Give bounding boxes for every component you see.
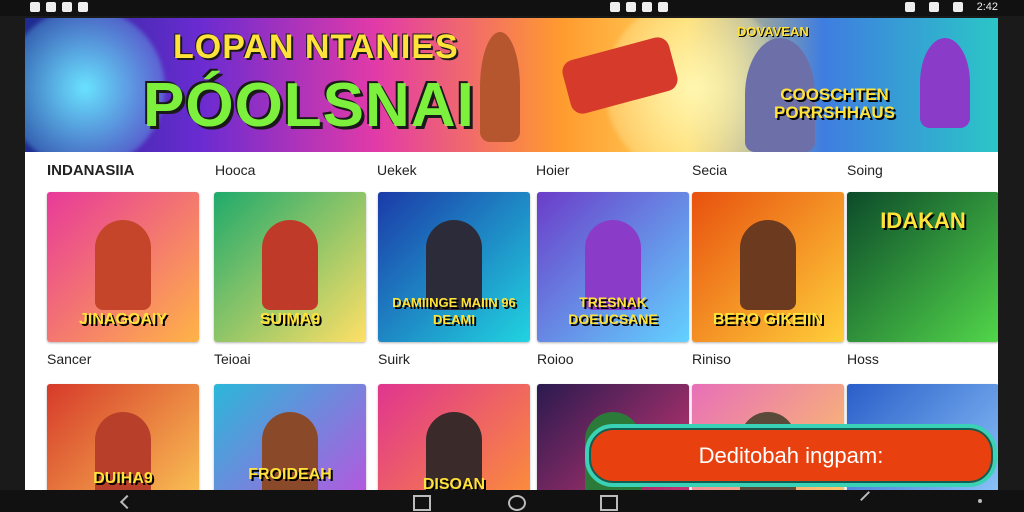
- game-card[interactable]: JINAGOAIY: [47, 192, 199, 342]
- game-card-caption: Roioo: [537, 351, 574, 367]
- game-card[interactable]: DAMIINGE MAIIN 96 DEAMI: [378, 192, 530, 342]
- game-card-title: DISOAN: [422, 476, 486, 490]
- banner-badge: DOVAVEAN: [737, 24, 809, 39]
- banner-title: LOPAN NTANIES: [173, 28, 459, 66]
- game-card-caption: Hoss: [847, 351, 879, 367]
- status-right: 2:42: [904, 1, 998, 13]
- game-character: [740, 220, 796, 310]
- game-card-title: SUIMA9: [259, 311, 321, 328]
- game-card-title: DAMIINGE MAIIN 96 DEAMI: [392, 295, 516, 327]
- game-card[interactable]: IDAKAN: [847, 192, 998, 342]
- tab-uekek[interactable]: Uekek: [377, 162, 417, 178]
- hero-banner[interactable]: LOPAN NTANIES PÓOLSNAI DOVAVEAN COOSCHTE…: [25, 18, 998, 152]
- navigation-bar: [0, 490, 1024, 512]
- apps-icon[interactable]: [600, 495, 618, 511]
- notification-icon: [62, 2, 72, 13]
- game-card[interactable]: TRESNAK DOEUCSANE: [537, 192, 689, 342]
- game-card-title: IDAKAN: [880, 208, 966, 233]
- game-card[interactable]: FROIDEAH: [214, 384, 366, 490]
- status-bar: 2:42: [0, 0, 1024, 16]
- game-character: [95, 220, 151, 310]
- game-card-caption: Riniso: [692, 351, 731, 367]
- character-figure: [920, 38, 970, 128]
- game-card-title: FROIDEAH: [248, 466, 332, 483]
- game-character: [262, 220, 318, 310]
- tab-secia[interactable]: Secia: [692, 162, 727, 178]
- notification-icon: [78, 2, 88, 13]
- game-card[interactable]: BERO GIKEIIN: [692, 192, 844, 342]
- cta-button[interactable]: Deditobah ingpam:: [585, 424, 997, 487]
- more-icon[interactable]: [978, 499, 982, 503]
- recent-apps-icon[interactable]: [413, 495, 431, 511]
- edit-icon[interactable]: [860, 491, 880, 511]
- status-time: 2:42: [976, 1, 998, 13]
- notification-icon: [610, 2, 620, 13]
- game-card-title: BERO GIKEIIN: [712, 311, 824, 328]
- battery-icon: [952, 2, 963, 12]
- game-card-title: TRESNAK DOEUCSANE: [568, 294, 658, 327]
- tab-hooca[interactable]: Hooca: [215, 162, 255, 178]
- notification-icon: [30, 2, 40, 13]
- status-left-icons: [30, 1, 94, 13]
- section-header: INDANASIIA Hooca Uekek Hoier Secia Soing: [25, 152, 998, 186]
- notification-icon: [642, 2, 652, 13]
- game-card-caption: Teioai: [214, 351, 251, 367]
- game-card-caption: Sancer: [47, 351, 92, 367]
- character-figure: [480, 32, 520, 142]
- game-card-title: DUIHA9: [93, 470, 153, 487]
- back-icon[interactable]: [119, 494, 135, 510]
- notification-icon: [626, 2, 636, 13]
- status-mid-icons: [610, 1, 674, 13]
- section-title: INDANASIIA: [47, 162, 135, 179]
- game-card[interactable]: DUIHA9: [47, 384, 199, 490]
- location-icon: [904, 2, 915, 12]
- tab-soing[interactable]: Soing: [847, 162, 883, 178]
- game-card-title: JINAGOAIY: [78, 311, 167, 328]
- app-window: LOPAN NTANIES PÓOLSNAI DOVAVEAN COOSCHTE…: [25, 18, 998, 490]
- game-card[interactable]: DISOAN: [378, 384, 530, 490]
- game-card[interactable]: SUIMA9: [214, 192, 366, 342]
- notification-icon: [658, 2, 668, 13]
- notification-icon: [46, 2, 56, 13]
- game-card-caption: Suirk: [378, 351, 410, 367]
- home-icon[interactable]: [508, 495, 526, 511]
- tab-hoier[interactable]: Hoier: [536, 162, 569, 178]
- banner-promo-text: COOSCHTEN PORRSHHAUS: [774, 85, 895, 122]
- banner-subtitle: PÓOLSNAI: [143, 71, 475, 140]
- wifi-icon: [928, 2, 939, 12]
